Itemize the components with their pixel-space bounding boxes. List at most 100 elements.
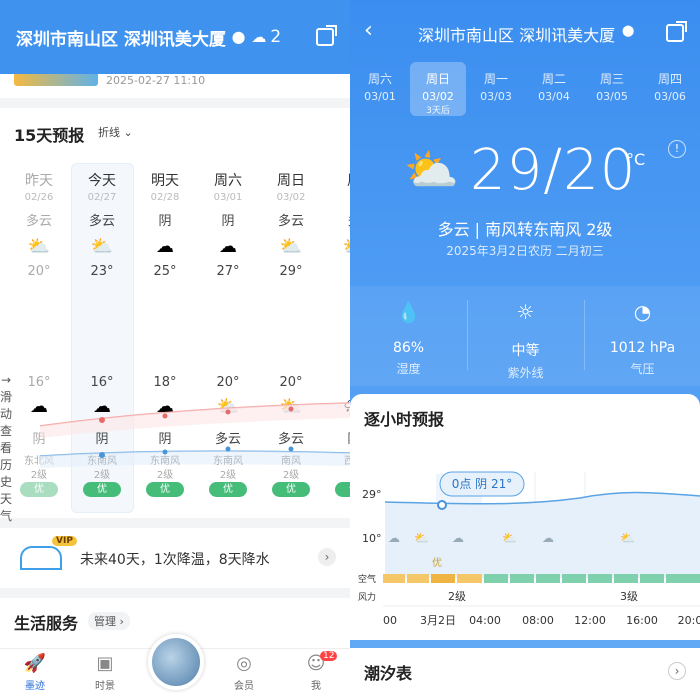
tab-vip[interactable]: ◎ 会员: [214, 653, 274, 692]
location-title[interactable]: 深圳市南山区 深圳讯美大厦: [16, 25, 226, 50]
info-icon[interactable]: !: [668, 140, 686, 158]
week-day-4[interactable]: 周三 03/05: [584, 62, 640, 116]
forecast-day-4[interactable]: 周日03/02多云⛅29°20°⛅多云南风2级优: [260, 170, 322, 497]
forecast-day-1[interactable]: 今天02/27多云⛅23°16°☁阴东南风2级优: [71, 170, 133, 497]
weather-icon: ⛅: [323, 230, 350, 264]
weather-icon: ☁: [219, 236, 237, 257]
day-high: 23°: [90, 264, 114, 279]
day-weather: 阴: [221, 214, 235, 229]
week-day-name: 周六: [367, 72, 392, 86]
day-high: 27°: [216, 264, 240, 279]
location-pin-icon: ⬤: [622, 24, 635, 37]
share-icon[interactable]: [316, 25, 337, 46]
hourly-title: 逐小时预报: [364, 410, 445, 429]
vip-banner[interactable]: VIP 未来40天，1次降温，8天降水 ›: [0, 528, 350, 588]
week-day-3[interactable]: 周二 03/04: [526, 62, 582, 116]
day-low: 1: [323, 375, 351, 390]
forecast-mode-toggle[interactable]: 折线 ⌄: [98, 124, 133, 140]
day-weather: 多: [323, 210, 350, 230]
uv-stat: ☼ 中等 紫外线: [467, 300, 584, 381]
week-day-2[interactable]: 周一 03/03: [468, 62, 524, 116]
day-high: 25°: [153, 264, 177, 279]
alert-count[interactable]: 2: [270, 27, 281, 47]
day-name: 昨天: [25, 173, 53, 189]
forecast-title: 15天预报: [14, 126, 85, 145]
divider: [584, 300, 585, 370]
cloud-icon: ☁: [542, 531, 554, 545]
divider: [467, 300, 468, 370]
sun-icon: ☼: [516, 300, 535, 324]
hour-tick-label: 08:00: [522, 614, 554, 627]
share-icon[interactable]: [666, 21, 687, 42]
aqi-badge: 优: [335, 482, 350, 497]
week-day-date: 03/03: [480, 90, 512, 103]
forecast-day-0[interactable]: 昨天 02/26 多云 ⛅ 20° 16° ☁ 阴东北风 2级优: [8, 170, 70, 497]
low-point-3: [288, 446, 294, 452]
week-day-5[interactable]: 周四 03/06: [642, 62, 698, 116]
week-day-date: 03/05: [596, 90, 628, 103]
hour-tick-label: 00: [383, 614, 397, 627]
cloud-icon: ☁: [251, 28, 267, 46]
right-location-title: 深圳市南山区 深圳讯美大厦: [418, 26, 616, 45]
aqi-badge: 优: [209, 482, 247, 497]
week-day-date: 03/04: [538, 90, 570, 103]
humidity-stat: 💧 86% 湿度: [350, 300, 467, 377]
center-weather-button[interactable]: [148, 634, 204, 690]
partly-cloudy-icon: ⛅: [404, 145, 459, 196]
weather-icon: ⛅: [279, 236, 303, 257]
week-day-date: 03/01: [364, 90, 396, 103]
week-day-name: 周四: [657, 72, 682, 86]
day-date: 02/26: [24, 192, 54, 203]
right-header: ‹ 深圳市南山区 深圳讯美大厦 ⬤: [350, 18, 700, 48]
life-title: 生活服务: [14, 614, 79, 633]
day-name: 周: [323, 170, 350, 190]
aqi-badge: 优: [272, 482, 310, 497]
day-weather: 多云: [25, 214, 52, 229]
forecast-day-3[interactable]: 周六03/01阴☁27°20°⛅多云东南风2级优: [197, 170, 259, 497]
cloud-icon: ☁: [452, 531, 464, 545]
day-name: 明天: [151, 173, 179, 189]
left-header: 深圳市南山区 深圳讯美大厦 ⬤ ☁ 2: [0, 0, 350, 74]
aqi-badge: 优: [20, 482, 58, 497]
aqi-badge: 优: [146, 482, 184, 497]
aqi-badge: 优: [83, 482, 121, 497]
vip-arrow-icon[interactable]: ›: [318, 548, 336, 566]
tab-me[interactable]: ☺ 我: [286, 653, 346, 692]
user-icon: ☺: [306, 653, 326, 674]
pressure-stat: ◔ 1012 hPa 气压: [584, 300, 700, 377]
aqi-row-label: 空气: [358, 573, 376, 585]
chevron-right-icon[interactable]: ›: [668, 662, 686, 680]
photo-icon: ▣: [96, 653, 114, 674]
day-low: 18°: [153, 375, 177, 390]
hourly-chart[interactable]: 0点 阴 21° 29° 10° ☁ ⛅ ☁ ⛅ ☁ ⛅ 优 空气 风力 2级 …: [350, 454, 700, 644]
forecast-day-5[interactable]: 周0多⛅21🌧降西南2优: [323, 170, 350, 497]
weather-description: 多云 | 南风转东南风 2级: [437, 220, 613, 239]
forecast-day-2[interactable]: 明天02/28阴☁25°18°☁阴东南风2级优: [134, 170, 196, 497]
day-date: 03/02: [276, 192, 306, 203]
week-day-name: 周一: [483, 72, 508, 86]
day-name: 周六: [214, 173, 242, 189]
tab-moji[interactable]: 🚀 墨迹: [5, 653, 65, 692]
week-day-0[interactable]: 周六 03/01: [352, 62, 408, 116]
tide-card[interactable]: 潮汐表 ›: [350, 648, 700, 700]
back-icon[interactable]: ‹: [364, 18, 373, 43]
cloud-icon: ☁: [388, 531, 400, 545]
high-point-3: [288, 406, 294, 412]
life-manage-button[interactable]: 管理 ›: [88, 612, 130, 630]
day-low: 16°: [27, 375, 51, 390]
vip-text: 未来40天，1次降温，8天降水: [80, 552, 270, 568]
wind-level-a: 2级: [448, 590, 466, 603]
weather-icon: ⛅: [90, 236, 114, 257]
tab-shijing[interactable]: ▣ 时景: [75, 653, 135, 692]
hourly-card: 逐小时预报 0点 阴 21° 29° 10° ☁ ⛅ ☁ ⛅ ☁ ⛅ 优 空气: [350, 394, 700, 640]
high-point-today: [99, 417, 105, 423]
tide-title: 潮汐表: [364, 664, 413, 683]
day-weather: 多云: [277, 214, 304, 229]
hour-tick-label: 04:00: [469, 614, 501, 627]
week-day-1[interactable]: 周日 03/02 3天后: [410, 62, 466, 116]
vip-badge: VIP: [52, 536, 77, 546]
low-point-today: [99, 452, 105, 458]
weather-icon: ☁: [156, 236, 174, 257]
week-day-name: 周二: [541, 72, 566, 86]
day-name: 周日: [277, 173, 305, 189]
